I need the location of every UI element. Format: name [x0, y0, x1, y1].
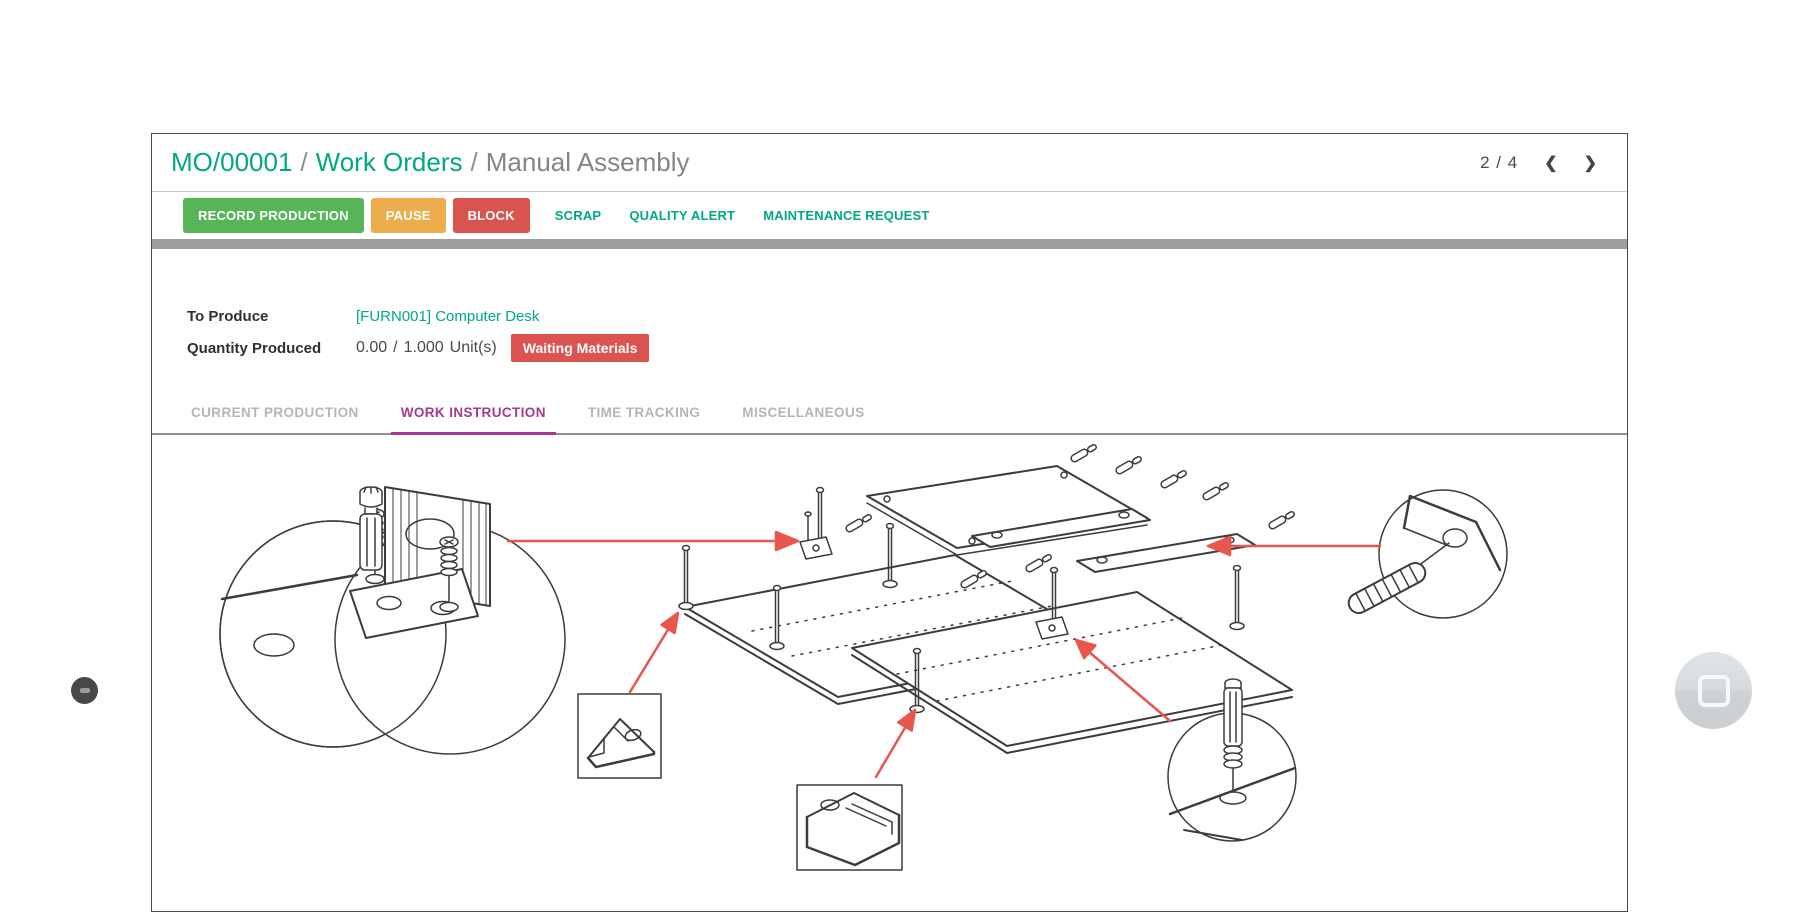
- camera-lens: [80, 688, 90, 693]
- to-produce-label: To Produce: [187, 308, 356, 325]
- callout-square-left: [578, 694, 661, 778]
- tablet-screen: { "colors": { "link_teal": "#00A884", "b…: [0, 0, 1800, 912]
- breadcrumb: MO/00001 / Work Orders / Manual Assembly: [171, 147, 690, 178]
- product-link[interactable]: [FURN001] Computer Desk: [356, 308, 539, 325]
- quantity-value: 0.00/1.000Unit(s): [356, 339, 503, 357]
- breadcrumb-mo-link[interactable]: MO/00001: [171, 147, 292, 177]
- quantity-produced-row: Quantity Produced 0.00/1.000Unit(s) Wait…: [187, 334, 1627, 362]
- breadcrumb-bar: MO/00001 / Work Orders / Manual Assembly 2 /…: [152, 134, 1627, 192]
- work-instruction-diagram: [152, 435, 1627, 905]
- callout-circle-left: [220, 487, 565, 754]
- exploded-panels: [679, 443, 1296, 753]
- breadcrumb-workorders-link[interactable]: Work Orders: [316, 147, 463, 177]
- block-button[interactable]: BLOCK: [453, 198, 530, 233]
- chevron-left-icon[interactable]: ❮: [1544, 153, 1557, 173]
- divider-bar: [152, 239, 1627, 249]
- quantity-produced-label: Quantity Produced: [187, 340, 356, 357]
- pager: 2 / 4 ❮ ❯: [1480, 153, 1597, 173]
- tab-time-tracking[interactable]: TIME TRACKING: [578, 405, 710, 435]
- home-square-icon: [1698, 675, 1730, 707]
- tab-miscellaneous[interactable]: MISCELLANEOUS: [732, 405, 874, 435]
- tab-work-instruction[interactable]: WORK INSTRUCTION: [391, 405, 556, 435]
- breadcrumb-separator: /: [300, 147, 307, 177]
- camera-dot: [71, 677, 98, 704]
- scrap-button[interactable]: SCRAP: [545, 198, 612, 233]
- action-toolbar: RECORD PRODUCTION PAUSE BLOCK SCRAP QUAL…: [152, 192, 1627, 239]
- pager-count: 2 / 4: [1480, 153, 1518, 173]
- page-title: Manual Assembly: [486, 147, 690, 177]
- tab-bar: CURRENT PRODUCTION WORK INSTRUCTION TIME…: [152, 405, 1627, 435]
- home-button[interactable]: [1675, 652, 1752, 729]
- maintenance-request-button[interactable]: MAINTENANCE REQUEST: [753, 198, 939, 233]
- callout-circle-right: [1345, 490, 1507, 618]
- quality-alert-button[interactable]: QUALITY ALERT: [619, 198, 745, 233]
- work-order-card: MO/00001 / Work Orders / Manual Assembly 2 /…: [151, 133, 1628, 912]
- chevron-right-icon[interactable]: ❯: [1584, 153, 1597, 173]
- pause-button[interactable]: PAUSE: [371, 198, 446, 233]
- dowel-pin-icon: [360, 487, 382, 570]
- callout-square-bottom: [797, 785, 902, 870]
- breadcrumb-separator: /: [471, 147, 478, 177]
- record-production-button[interactable]: RECORD PRODUCTION: [183, 198, 364, 233]
- tab-current-production[interactable]: CURRENT PRODUCTION: [181, 405, 369, 435]
- to-produce-row: To Produce [FURN001] Computer Desk: [187, 303, 1627, 330]
- order-details: To Produce [FURN001] Computer Desk Quant…: [152, 303, 1627, 362]
- status-badge: Waiting Materials: [511, 334, 650, 362]
